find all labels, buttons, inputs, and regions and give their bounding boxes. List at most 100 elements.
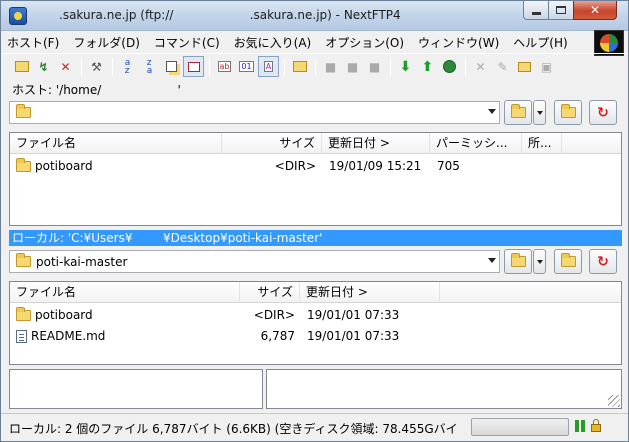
menu-bar: ホスト(F) フォルダ(D) コマンド(C) お気に入り(A) オプション(O)…	[1, 30, 628, 56]
disconnect-icon[interactable]: ✕	[55, 56, 76, 77]
toolbar-separator	[284, 57, 285, 76]
window-title: .sakura.ne.jp (ftp:// .sakura.ne.jp) - N…	[59, 8, 401, 22]
settings-icon[interactable]: ⚒	[86, 56, 107, 77]
local-row-date: 19/01/01 07:33	[307, 329, 400, 343]
host-col-permission[interactable]: パーミッシ...	[430, 133, 522, 154]
local-open-folder-button[interactable]	[504, 249, 532, 274]
local-col-name[interactable]: ファイル名	[10, 282, 240, 303]
parent-folder-icon	[560, 253, 576, 267]
toolbar-separator	[112, 57, 113, 76]
quick-connect-icon[interactable]: ↯	[33, 56, 54, 77]
local-row-potiboard[interactable]: potiboard <DIR> 19/01/01 07:33	[10, 305, 621, 325]
sync-icon[interactable]	[439, 56, 460, 77]
ascii-icon[interactable]: ab	[214, 56, 235, 77]
toolbar-disabled-1-icon[interactable]: ■	[320, 56, 341, 77]
folder-icon[interactable]	[289, 56, 310, 77]
sort-name-desc-icon[interactable]: za	[139, 56, 160, 77]
status-bar: ローカル: 2 個のファイル 6,787バイト (6.6KB) (空きディスク領…	[1, 413, 628, 441]
app-window: .sakura.ne.jp (ftp:// .sakura.ne.jp) - N…	[0, 0, 629, 442]
host-col-owner[interactable]: 所...	[522, 133, 562, 154]
local-parent-folder-button[interactable]	[554, 249, 582, 274]
menu-help[interactable]: ヘルプ(H)	[513, 34, 567, 51]
sort-name-icon[interactable]: az	[117, 56, 138, 77]
menu-command[interactable]: コマンド(C)	[154, 34, 220, 51]
chevron-down-icon[interactable]	[488, 109, 496, 114]
close-button[interactable]: ✕	[573, 1, 617, 20]
host-col-name[interactable]: ファイル名	[10, 133, 222, 154]
resize-grip-icon[interactable]	[608, 395, 620, 407]
refresh-icon: ↻	[597, 253, 609, 270]
host-row-potiboard[interactable]: potiboard <DIR> 19/01/09 15:21 705	[10, 156, 621, 176]
host-path-label: ホスト: '/home/ '	[12, 83, 181, 97]
toolbar-separator	[81, 57, 82, 76]
file-icon	[16, 329, 27, 343]
host-row-size: <DIR>	[274, 159, 316, 173]
minimize-icon	[531, 11, 541, 15]
chevron-down-icon[interactable]	[488, 258, 496, 263]
folder-icon	[16, 157, 31, 172]
host-refresh-button[interactable]: ↻	[589, 100, 617, 125]
menu-options[interactable]: オプション(O)	[325, 34, 404, 51]
host-parent-folder-button[interactable]	[554, 100, 582, 125]
status-text: ローカル: 2 個のファイル 6,787バイト (6.6KB) (空きディスク領…	[9, 422, 458, 436]
local-folder-value: poti-kai-master	[36, 255, 128, 269]
title-bar[interactable]: .sakura.ne.jp (ftp:// .sakura.ne.jp) - N…	[1, 1, 628, 31]
local-path-label: ローカル: 'C:¥Users¥ ¥Desktop¥poti-kai-maste…	[9, 230, 622, 246]
minimize-button[interactable]	[523, 1, 549, 20]
lock-icon	[591, 419, 601, 432]
local-folder-combo[interactable]: poti-kai-master	[9, 250, 500, 273]
host-open-folder-button[interactable]	[504, 100, 532, 125]
connect-icon[interactable]	[11, 56, 32, 77]
menu-favorites[interactable]: お気に入り(A)	[234, 34, 312, 51]
view-toggle-icon[interactable]	[183, 56, 204, 77]
message-log-pane[interactable]	[266, 369, 622, 409]
local-folder-dropdown-button[interactable]	[533, 249, 546, 274]
local-col-date[interactable]: 更新日付 >	[300, 282, 440, 303]
folder-open-icon	[510, 253, 526, 267]
delete-icon[interactable]: ✕	[470, 56, 491, 77]
folder-icon	[16, 104, 31, 118]
local-row-size: <DIR>	[253, 308, 295, 322]
copy-icon[interactable]	[161, 56, 182, 77]
properties-icon[interactable]: ▣	[536, 56, 557, 77]
local-file-list[interactable]: ファイル名 サイズ 更新日付 > potiboard <DIR> 19/01/0…	[9, 281, 622, 365]
host-folder-dropdown-button[interactable]	[533, 100, 546, 125]
host-list-header: ファイル名 サイズ 更新日付 > パーミッシ... 所...	[10, 133, 621, 154]
transfer-progress-bar	[471, 418, 569, 436]
local-row-date: 19/01/01 07:33	[307, 308, 400, 322]
maximize-button[interactable]	[548, 1, 574, 20]
upload-icon[interactable]: ⬆	[417, 56, 438, 77]
pause-icon[interactable]	[575, 420, 579, 432]
refresh-icon: ↻	[597, 104, 609, 121]
host-col-size[interactable]: サイズ	[222, 133, 322, 154]
toolbar-separator	[315, 57, 316, 76]
download-icon[interactable]: ⬇	[395, 56, 416, 77]
menu-folder[interactable]: フォルダ(D)	[73, 34, 140, 51]
host-folder-combo[interactable]	[9, 101, 500, 124]
menu-window[interactable]: ウィンドウ(W)	[418, 34, 499, 51]
rename-icon[interactable]: ✎	[492, 56, 513, 77]
chevron-down-icon	[536, 259, 543, 264]
host-row-date: 19/01/09 15:21	[329, 159, 422, 173]
host-file-list[interactable]: ファイル名 サイズ 更新日付 > パーミッシ... 所... potiboard…	[9, 132, 622, 226]
toolbar-disabled-2-icon[interactable]: ■	[342, 56, 363, 77]
local-row-readme[interactable]: README.md 6,787 19/01/01 07:33	[10, 326, 621, 346]
transfer-log-pane[interactable]	[9, 369, 263, 409]
parent-folder-icon	[560, 104, 576, 118]
local-col-size[interactable]: サイズ	[240, 282, 300, 303]
host-col-date[interactable]: 更新日付 >	[322, 133, 430, 154]
app-icon[interactable]	[9, 7, 27, 25]
menu-host[interactable]: ホスト(F)	[7, 34, 59, 51]
local-list-header: ファイル名 サイズ 更新日付 >	[10, 282, 621, 303]
local-refresh-button[interactable]: ↻	[589, 249, 617, 274]
toolbar-separator	[465, 57, 466, 76]
toolbar-separator	[209, 57, 210, 76]
auto-mode-icon[interactable]: A	[258, 56, 279, 77]
toolbar-disabled-3-icon[interactable]: ■	[364, 56, 385, 77]
maximize-icon	[556, 6, 566, 14]
host-folder-bar: ↻	[5, 99, 624, 127]
local-row-name: README.md	[31, 329, 106, 343]
new-folder-icon[interactable]	[514, 56, 535, 77]
toolbar-separator	[390, 57, 391, 76]
binary-icon[interactable]: 01	[236, 56, 257, 77]
